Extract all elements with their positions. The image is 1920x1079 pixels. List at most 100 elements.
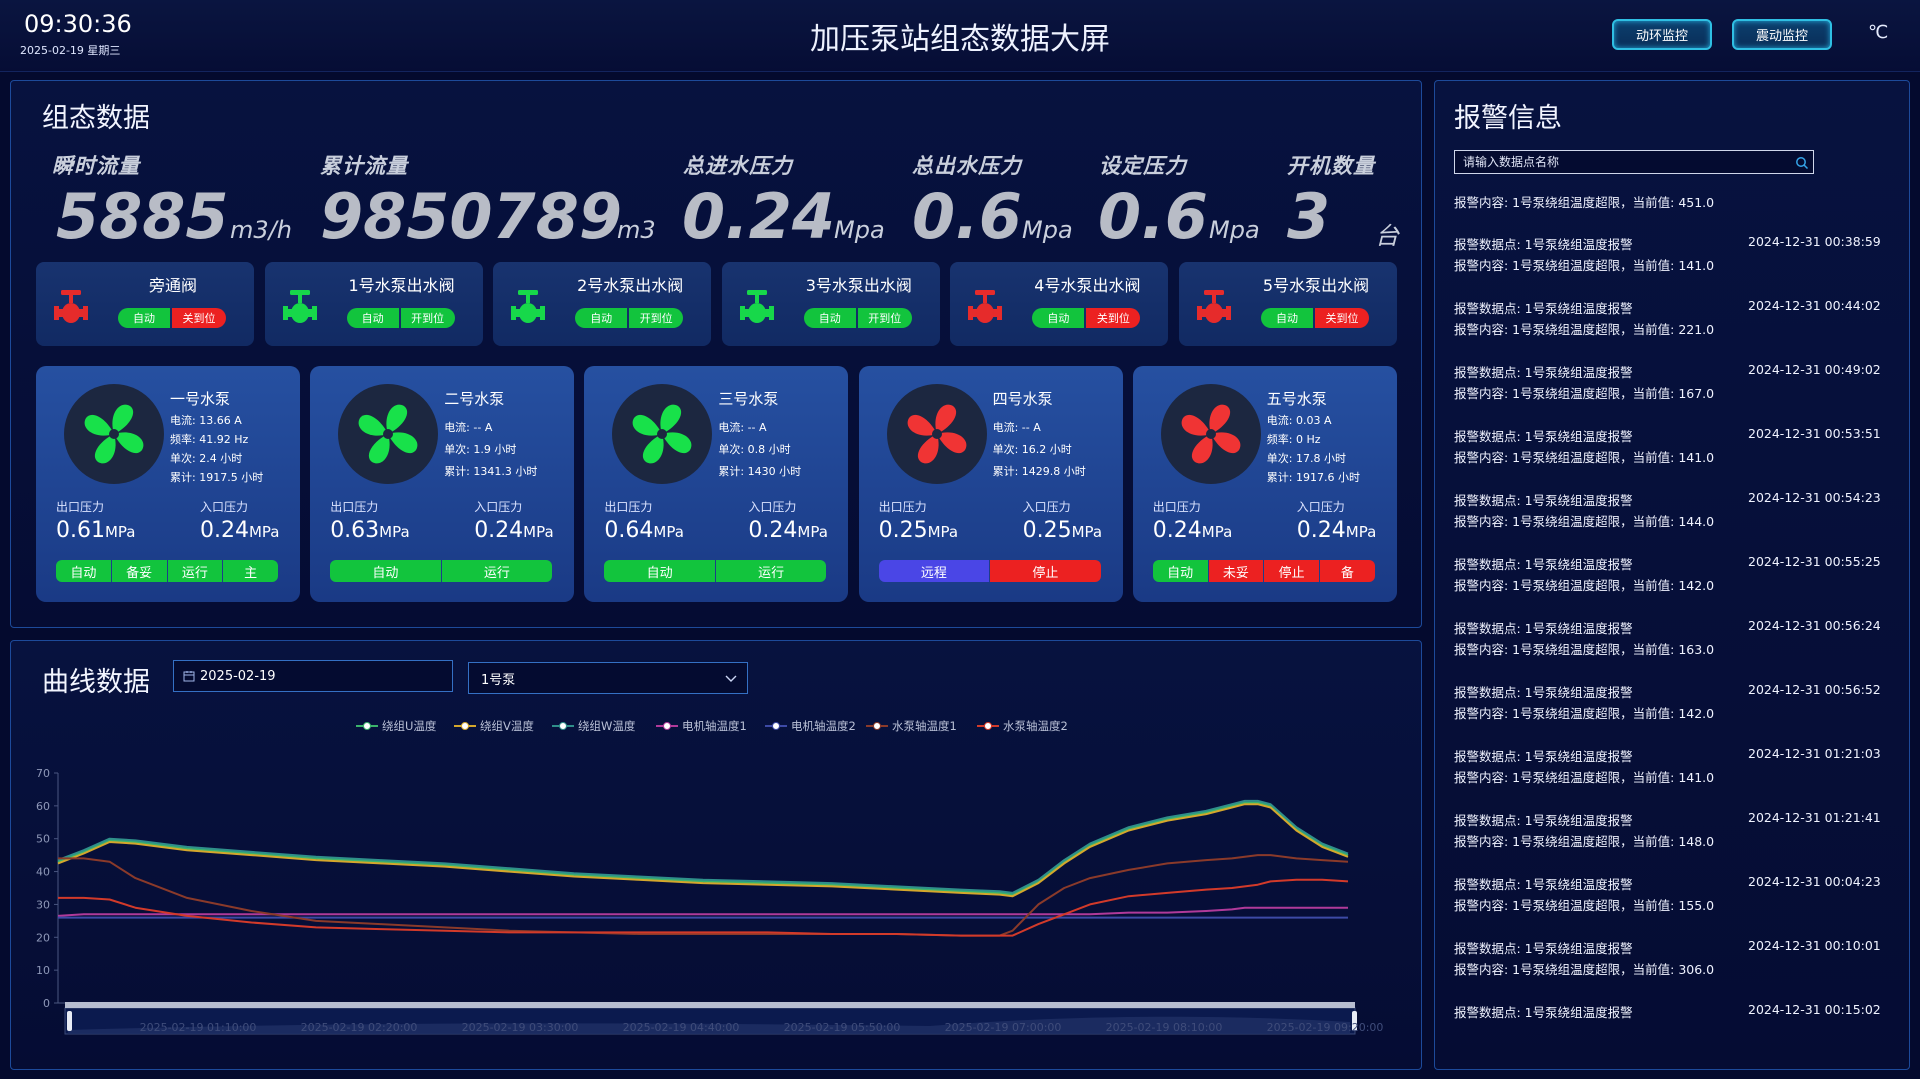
pump-status-button[interactable]: 运行 <box>715 560 827 582</box>
valve-state-badge[interactable]: 关到位 <box>1086 308 1141 328</box>
valve-card[interactable]: 3号水泵出水阀 自动 开到位 <box>721 262 940 346</box>
pump-card[interactable]: 二号水泵 电流: -- A 单次: 1.9 小时 累计: 1341.3 小时 出口压力 入… <box>310 366 575 602</box>
alarm-time: 2024-12-31 00:44:02 <box>1748 298 1881 313</box>
inlet-pressure-unit: MPa <box>248 523 280 541</box>
search-icon[interactable] <box>1795 156 1809 170</box>
x-tick-label: 2025-02-19 04:40:00 <box>623 1021 740 1034</box>
alarm-content: 报警内容: 1号泵绕组温度超限，当前值: 221.0 <box>1454 322 1715 337</box>
valve-state-badge[interactable]: 关到位 <box>1315 308 1369 328</box>
metric-unit: 台 <box>1375 222 1399 250</box>
valve-name: 5号水泵出水阀 <box>1262 276 1370 295</box>
valve-mode-badge[interactable]: 自动 <box>1032 308 1085 328</box>
alarm-time: 2024-12-31 00:15:02 <box>1748 1002 1881 1017</box>
inlet-pressure-label: 入口压力 <box>200 500 249 514</box>
valve-state-badge[interactable]: 开到位 <box>857 308 912 328</box>
alarm-point[interactable]: 报警数据点: 1号泵绕组温度报警 <box>1454 810 1633 829</box>
pump-card[interactable]: 五号水泵 电流: 0.03 A 频率: 0 Hz 单次: 17.8 小时 累计: 191… <box>1132 366 1397 602</box>
alarm-point[interactable]: 报警数据点: 1号泵绕组温度报警 <box>1454 618 1633 637</box>
pump-status-button[interactable]: 备 <box>1320 560 1375 582</box>
inlet-pressure-unit: MPa <box>797 523 828 541</box>
valve-mode-badge[interactable]: 自动 <box>1261 308 1313 328</box>
metric-label: 设定压力 <box>1099 154 1187 178</box>
legend-item[interactable]: 绕组V温度 <box>454 718 534 734</box>
env-monitor-button[interactable]: 动环监控 <box>1612 19 1712 50</box>
alarm-content: 报警内容: 1号泵绕组温度超限，当前值: 142.0 <box>1454 706 1715 721</box>
valve-mode-badge[interactable]: 自动 <box>575 308 628 328</box>
alarm-point[interactable]: 报警数据点: 1号泵绕组温度报警 <box>1454 874 1633 893</box>
pump-card[interactable]: 三号水泵 电流: -- A 单次: 0.8 小时 累计: 1430 小时 出口压力 入口压… <box>584 366 849 602</box>
pump-select[interactable]: 1号泵 <box>468 662 748 694</box>
outlet-pressure-number: 0.24 <box>1152 518 1202 543</box>
pump-status-button[interactable]: 远程 <box>878 560 991 582</box>
alarm-point[interactable]: 报警数据点: 1号泵绕组温度报警 <box>1454 554 1633 573</box>
legend-item[interactable]: 电机轴温度1 <box>656 718 747 734</box>
pump-status-button[interactable]: 主 <box>223 560 278 582</box>
valve-card[interactable]: 2号水泵出水阀 自动 开到位 <box>493 262 712 346</box>
pump-status-button[interactable]: 运行 <box>167 560 224 582</box>
y-tick-label: 30 <box>36 898 50 911</box>
alarm-content: 报警内容: 1号泵绕组温度超限，当前值: 141.0 <box>1454 258 1715 273</box>
pump-status-button[interactable]: 停止 <box>990 560 1101 582</box>
alarm-point[interactable]: 报警数据点: 1号泵绕组温度报警 <box>1454 682 1633 701</box>
legend-label: 水泵轴温度1 <box>892 719 957 733</box>
temperature-unit-toggle[interactable]: ℃ <box>1868 22 1888 43</box>
alarm-point[interactable]: 报警数据点: 1号泵绕组温度报警 <box>1454 746 1633 765</box>
legend-item[interactable]: 绕组U温度 <box>356 718 436 734</box>
inlet-pressure-label: 入口压力 <box>1296 500 1345 514</box>
pump-stat: 单次: 0.8 小时 <box>718 443 791 456</box>
pump-stat: 电流: -- A <box>444 421 493 434</box>
pump-stat: 电流: 13.66 A <box>170 414 242 427</box>
metric-label: 总进水压力 <box>683 154 793 178</box>
valve-state-badge[interactable]: 开到位 <box>629 308 684 328</box>
alarm-point[interactable]: 报警数据点: 1号泵绕组温度报警 <box>1454 362 1633 381</box>
alarm-search-input[interactable] <box>1463 154 1783 170</box>
valve-mode-badge[interactable]: 自动 <box>803 308 856 328</box>
pump-status-button[interactable]: 运行 <box>441 560 553 582</box>
pump-status-button[interactable]: 自动 <box>1152 560 1209 582</box>
series-line <box>58 878 1349 937</box>
outlet-pressure-label: 出口压力 <box>56 500 105 514</box>
valve-card[interactable]: 旁通阀 自动 关到位 <box>36 262 254 346</box>
alarm-point[interactable]: 报警数据点: 1号泵绕组温度报警 <box>1454 426 1633 445</box>
legend-item[interactable]: 水泵轴温度2 <box>977 718 1068 734</box>
pump-stat: 频率: 41.92 Hz <box>170 433 249 446</box>
valve-state-badge[interactable]: 开到位 <box>400 308 455 328</box>
pump-status-button[interactable]: 自动 <box>604 560 716 582</box>
vibration-monitor-button[interactable]: 震动监控 <box>1732 19 1832 50</box>
x-tick-label: 2025-02-19 02:20:00 <box>301 1021 418 1034</box>
alarm-content: 报警内容: 1号泵绕组温度超限，当前值: 142.0 <box>1454 578 1715 593</box>
alarm-point[interactable]: 报警数据点: 1号泵绕组温度报警 <box>1454 234 1633 253</box>
pump-card[interactable]: 一号水泵 电流: 13.66 A 频率: 41.92 Hz 单次: 2.4 小时 累计:… <box>36 366 300 602</box>
pump-status-button[interactable]: 停止 <box>1264 560 1321 582</box>
valve-state-badge[interactable]: 关到位 <box>172 308 226 328</box>
y-tick-label: 20 <box>36 931 50 944</box>
metric-unit: Mpa <box>834 216 885 244</box>
valve-card[interactable]: 4号水泵出水阀 自动 关到位 <box>950 262 1169 346</box>
legend-label: 电机轴温度2 <box>791 719 856 733</box>
alarm-point[interactable]: 报警数据点: 1号泵绕组温度报警 <box>1454 938 1633 957</box>
alarm-point[interactable]: 报警数据点: 1号泵绕组温度报警 <box>1454 1002 1633 1021</box>
valve-mode-badge[interactable]: 自动 <box>118 308 170 328</box>
pump-status-button[interactable]: 未妥 <box>1208 560 1265 582</box>
pump-status-button[interactable]: 备妥 <box>111 560 168 582</box>
alarm-point[interactable]: 报警数据点: 1号泵绕组温度报警 <box>1454 298 1633 317</box>
legend-item[interactable]: 水泵轴温度1 <box>866 718 957 734</box>
pump-status-button[interactable]: 自动 <box>330 560 442 582</box>
zoom-handle-left[interactable] <box>67 1011 72 1031</box>
inlet-pressure-unit: MPa <box>523 523 554 541</box>
valve-card[interactable]: 5号水泵出水阀 自动 关到位 <box>1179 262 1397 346</box>
legend-item[interactable]: 电机轴温度2 <box>765 718 856 734</box>
valve-mode-badge[interactable]: 自动 <box>346 308 399 328</box>
valve-card[interactable]: 1号水泵出水阀 自动 开到位 <box>264 262 483 346</box>
x-tick-label: 2025-02-19 05:50:00 <box>784 1021 901 1034</box>
legend-item[interactable]: 绕组W温度 <box>552 718 635 734</box>
outlet-pressure-label: 出口压力 <box>878 500 927 514</box>
pump-status-button[interactable]: 自动 <box>56 560 112 582</box>
alarm-point[interactable]: 报警数据点: 1号泵绕组温度报警 <box>1454 490 1633 509</box>
outlet-pressure-number: 0.61 <box>56 518 105 543</box>
pump-card[interactable]: 四号水泵 电流: -- A 单次: 16.2 小时 累计: 1429.8 小时 出口压力… <box>858 366 1123 602</box>
outlet-pressure-number: 0.63 <box>330 518 380 543</box>
date-picker[interactable]: 2025-02-19 <box>173 660 453 692</box>
alarm-content: 报警内容: 1号泵绕组温度超限，当前值: 141.0 <box>1454 450 1715 465</box>
alarm-time: 2024-12-31 01:21:41 <box>1748 810 1881 825</box>
